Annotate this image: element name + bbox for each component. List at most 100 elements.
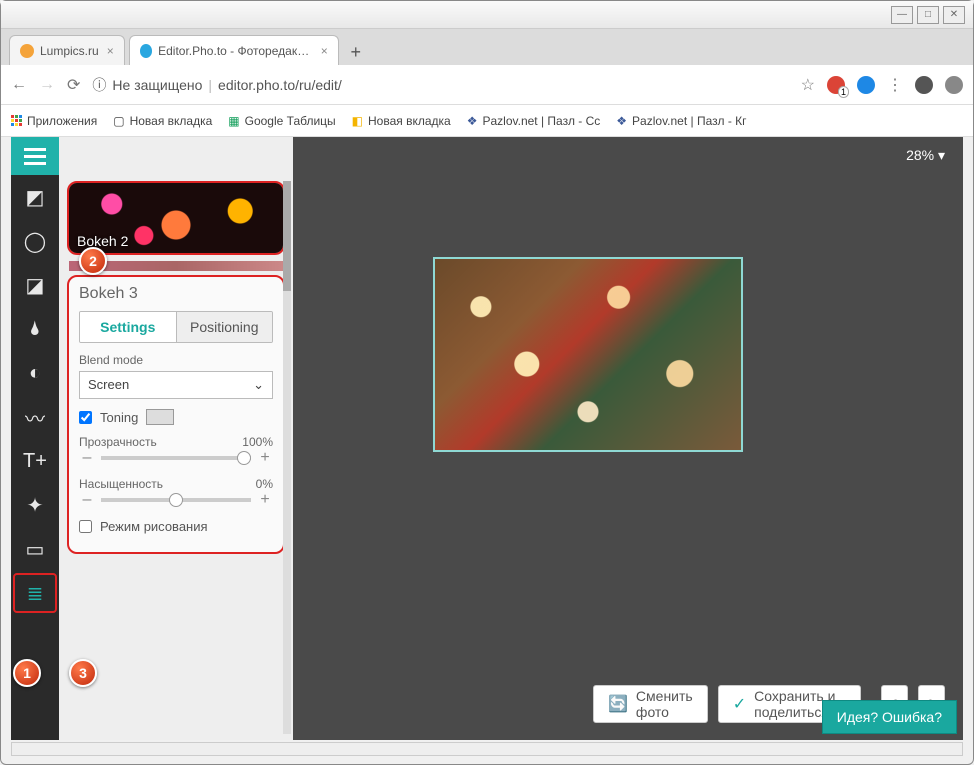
insecure-label: Не защищено [112, 77, 202, 93]
back-button[interactable]: ← [11, 76, 27, 94]
saturation-slider[interactable] [101, 498, 251, 502]
drawing-mode-checkbox[interactable] [79, 520, 92, 533]
menu-icon[interactable]: ⋮ [887, 75, 903, 95]
stickers-tool[interactable]: 〰 [11, 395, 59, 439]
bookmark-label: Google Таблицы [245, 114, 336, 128]
change-photo-label: Сменить фото [636, 688, 693, 720]
close-tab-icon[interactable]: × [321, 44, 328, 58]
texture-label: Bokeh 2 [69, 229, 136, 253]
canvas-area: 28% ▾ 🔄 Сменить фото ✓ Сохранить и подел… [293, 137, 963, 740]
texture-preview: Bokeh 2 [69, 183, 283, 253]
settings-panel: Bokeh 3 Settings Positioning Blend mode … [67, 275, 285, 554]
drawing-mode-label: Режим рисования [100, 519, 208, 534]
bookmark-label: Новая вкладка [130, 114, 213, 128]
globe-icon[interactable] [857, 76, 875, 94]
close-window-button[interactable]: ✕ [943, 6, 965, 24]
horizontal-scrollbar[interactable] [11, 742, 963, 756]
annotation-badge-1: 1 [13, 659, 41, 687]
site-info-icon[interactable]: ⓘ [92, 75, 106, 95]
page-icon: ▢ [113, 114, 124, 128]
browser-tabstrip: Lumpics.ru × Editor.Pho.to - Фоторедакто… [1, 29, 973, 65]
settings-tabs: Settings Positioning [79, 311, 273, 343]
menu-button[interactable] [11, 137, 59, 175]
opacity-label: Прозрачность [79, 435, 157, 449]
browser-tab-lumpics[interactable]: Lumpics.ru × [9, 35, 125, 65]
search-tool[interactable]: ◯ [11, 219, 59, 263]
editor-app: ◩ ◯ ◪ 🌢 ◐ 〰 T+ ✦ ▭ ≣ Bokeh ▾ Bokeh 2 Bok… [11, 137, 963, 740]
address-bar[interactable]: ⓘ Не защищено | editor.pho.to/ru/edit/ [92, 75, 788, 95]
saturation-value: 0% [256, 477, 273, 491]
text-tool[interactable]: T+ [11, 439, 59, 483]
apps-icon [11, 115, 22, 126]
extension-area: 1 ⋮ [827, 75, 963, 95]
blend-mode-value: Screen [88, 377, 129, 393]
check-icon: ✓ [733, 694, 746, 714]
tab-title: Editor.Pho.to - Фоторедактор он [158, 44, 313, 58]
browser-omnibar: ← → ⟳ ⓘ Не защищено | editor.pho.to/ru/e… [1, 65, 973, 105]
bookmark-item[interactable]: ▦ Google Таблицы [228, 114, 335, 128]
feedback-button[interactable]: Идея? Ошибка? [822, 700, 957, 734]
close-tab-icon[interactable]: × [107, 44, 114, 58]
forward-button[interactable]: → [39, 76, 55, 94]
frames-tool[interactable]: ▭ [11, 527, 59, 571]
sheets-icon: ▦ [228, 114, 239, 128]
contrast-tool[interactable]: ◐ [11, 351, 59, 395]
browser-tab-editor[interactable]: Editor.Pho.to - Фоторедактор он × [129, 35, 339, 65]
settings-title: Bokeh 3 [79, 285, 273, 303]
maximize-button[interactable]: □ [917, 6, 939, 24]
up-icon[interactable] [945, 76, 963, 94]
reload-button[interactable]: ⟳ [67, 75, 80, 95]
side-panel: Bokeh 2 Bokeh 3 Settings Positioning Ble… [59, 137, 293, 740]
saturation-plus[interactable]: + [257, 491, 273, 509]
bookmark-label: Новая вкладка [368, 114, 451, 128]
toning-label: Toning [100, 410, 138, 425]
annotation-badge-2: 2 [79, 247, 107, 275]
textures-tool[interactable]: ≣ [11, 571, 59, 615]
apps-label: Приложения [27, 114, 97, 128]
opacity-value: 100% [242, 435, 273, 449]
toning-checkbox[interactable] [79, 411, 92, 424]
edited-photo[interactable] [433, 257, 743, 452]
crop-tool[interactable]: ◩ [11, 175, 59, 219]
opacity-minus[interactable]: – [79, 449, 95, 467]
bookmark-item[interactable]: ▢ Новая вкладка [113, 114, 212, 128]
favicon-icon [140, 44, 152, 58]
zoom-dropdown[interactable]: 28% ▾ [906, 147, 945, 164]
bookmark-item[interactable]: ◧Новая вкладка [352, 114, 451, 128]
swap-icon: 🔄 [608, 694, 628, 714]
bookmark-item[interactable]: ❖Pazlov.net | Пазл - Кг [616, 114, 746, 128]
bookmark-label: Pazlov.net | Пазл - Сс [482, 114, 600, 128]
left-toolbar: ◩ ◯ ◪ 🌢 ◐ 〰 T+ ✦ ▭ ≣ [11, 137, 59, 740]
url-text: editor.pho.to/ru/edit/ [218, 77, 342, 93]
saturation-slider-row: Насыщенность 0% – + [79, 477, 273, 509]
annotation-badge-3: 3 [69, 659, 97, 687]
saturation-minus[interactable]: – [79, 491, 95, 509]
minimize-button[interactable]: — [891, 6, 913, 24]
change-photo-button[interactable]: 🔄 Сменить фото [593, 685, 708, 723]
extension-icon[interactable]: 1 [827, 76, 845, 94]
blend-mode-select[interactable]: Screen ⌄ [79, 371, 273, 399]
new-tab-button[interactable]: + [343, 39, 369, 65]
favicon-icon [20, 44, 34, 58]
bookmark-item[interactable]: ❖ Pazlov.net | Пазл - Сс [467, 114, 601, 128]
effects-tool[interactable]: ✦ [11, 483, 59, 527]
opacity-slider-row: Прозрачность 100% – + [79, 435, 273, 467]
exposure-tool[interactable]: ◪ [11, 263, 59, 307]
bookmark-star-icon[interactable]: ☆ [801, 75, 815, 95]
panel-scrollbar[interactable] [283, 181, 291, 734]
tab-title: Lumpics.ru [40, 44, 99, 58]
texture-thumb-bokeh2[interactable]: Bokeh 2 [67, 181, 285, 255]
tab-settings[interactable]: Settings [80, 312, 177, 342]
select-caret-icon: ⌄ [253, 377, 264, 393]
opacity-slider[interactable] [101, 456, 251, 460]
tab-positioning[interactable]: Positioning [177, 312, 273, 342]
puzzle-icon: ❖ [616, 114, 627, 128]
window-titlebar: — □ ✕ [1, 1, 973, 29]
profile-avatar[interactable] [915, 76, 933, 94]
opacity-plus[interactable]: + [257, 449, 273, 467]
apps-shortcut[interactable]: Приложения [11, 114, 97, 128]
puzzle-icon: ❖ [467, 114, 478, 128]
color-tool[interactable]: 🌢 [11, 307, 59, 351]
saturation-label: Насыщенность [79, 477, 163, 491]
toning-color-swatch[interactable] [146, 409, 174, 425]
